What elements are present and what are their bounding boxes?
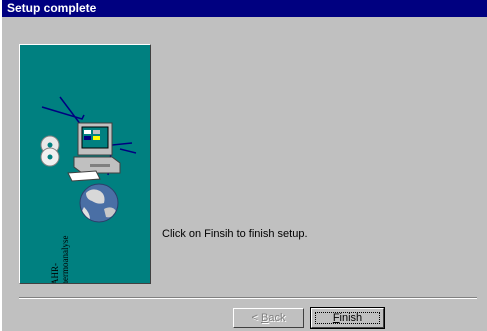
finish-button[interactable]: Finish <box>310 307 385 329</box>
title-bar[interactable]: Setup complete <box>2 0 487 17</box>
finish-mnemonic: F <box>332 311 340 324</box>
button-separator <box>19 297 477 299</box>
setup-dialog: Setup complete BAHR- Thermoanalyse Click… <box>2 0 487 331</box>
back-button[interactable]: < Back <box>233 308 304 328</box>
brand-line-2: Thermoanalyse <box>60 235 70 284</box>
back-prefix: < <box>251 311 261 324</box>
back-label-rest: ack <box>268 311 286 324</box>
setup-illustration <box>40 96 137 223</box>
brand-line-1: BAHR- <box>50 262 60 284</box>
finish-label-rest: inish <box>339 311 363 324</box>
globe-icon <box>79 183 119 223</box>
wizard-image-panel: BAHR- Thermoanalyse <box>19 44 151 284</box>
brand-label: BAHR- Thermoanalyse <box>50 221 70 284</box>
computer-icon <box>67 122 121 182</box>
cd-disc-icon <box>40 135 60 167</box>
window-title: Setup complete <box>7 1 97 15</box>
setup-complete-message: Click on Finsih to finish setup. <box>162 228 308 240</box>
